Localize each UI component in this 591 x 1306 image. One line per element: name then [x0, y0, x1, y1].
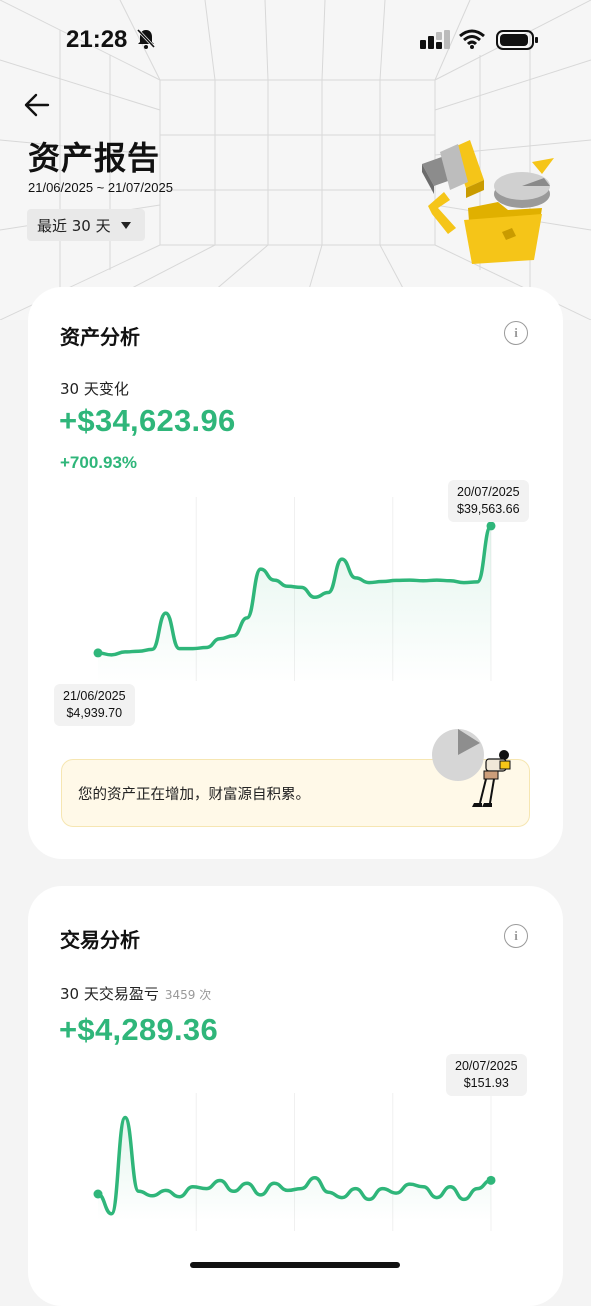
asset-card-title: 资产分析	[60, 325, 140, 349]
trade-pnl-label: 30 天交易盈亏 3459 次	[60, 983, 211, 1004]
report-header-background: 21:28 资产报告 21/06/2025 ~ 21/07/2025 最近 30…	[0, 0, 591, 320]
trade-end-value: $151.93	[463, 1076, 509, 1090]
status-time: 21:28	[66, 26, 128, 53]
trade-chart	[93, 1093, 496, 1231]
caret-down-icon	[120, 221, 131, 229]
trade-count: 3459 次	[164, 988, 212, 1002]
back-arrow-icon[interactable]	[22, 92, 52, 118]
asset-start-tooltip: 21/06/2025 $4,939.70	[54, 684, 135, 726]
trade-end-date: 20/07/2025	[455, 1059, 518, 1073]
trade-pnl-label-text: 30 天交易盈亏	[60, 985, 159, 1003]
info-icon[interactable]: i	[504, 924, 528, 948]
asset-end-value: $39,563.66	[457, 502, 520, 516]
trade-pnl-amount: +$4,289.36	[59, 1012, 219, 1047]
home-indicator[interactable]	[190, 1262, 400, 1268]
asset-start-date: 21/06/2025	[63, 689, 126, 703]
asset-end-date: 20/07/2025	[457, 485, 520, 499]
chart-start-point[interactable]	[93, 1189, 103, 1199]
battery-icon	[496, 30, 538, 50]
wifi-icon	[459, 29, 485, 49]
asset-end-tooltip: 20/07/2025 $39,563.66	[448, 480, 529, 522]
info-icon[interactable]: i	[504, 321, 528, 345]
status-bar: 21:28	[0, 22, 591, 62]
trade-end-tooltip: 20/07/2025 $151.93	[446, 1054, 527, 1096]
person-with-pie-chart-illustration	[432, 729, 511, 807]
period-selector-label: 最近 30 天	[37, 216, 111, 235]
page-title: 资产报告	[28, 139, 161, 177]
asset-start-value: $4,939.70	[66, 706, 123, 720]
chart-end-point[interactable]	[486, 521, 496, 531]
trade-card-title: 交易分析	[60, 928, 140, 952]
asset-notice-text: 您的资产正在增加，财富源自积累。	[78, 787, 310, 803]
asset-analysis-card: 资产分析 i 30 天变化 +$34,623.96 +700.93% 20/07…	[28, 287, 563, 859]
asset-change-amount: +$34,623.96	[59, 403, 236, 438]
trade-analysis-card: 交易分析 i 30 天交易盈亏 3459 次 +$4,289.36 20/07/2…	[28, 886, 563, 1306]
signal-icon	[420, 30, 450, 49]
finance-illustration	[422, 140, 554, 264]
bell-off-icon	[136, 28, 156, 49]
asset-change-label: 30 天变化	[60, 380, 129, 398]
chart-end-point[interactable]	[486, 1175, 496, 1185]
chart-start-point[interactable]	[93, 648, 103, 658]
period-selector[interactable]: 最近 30 天	[27, 209, 145, 241]
date-range: 21/06/2025 ~ 21/07/2025	[28, 180, 173, 195]
asset-change-percent: +700.93%	[60, 453, 138, 472]
